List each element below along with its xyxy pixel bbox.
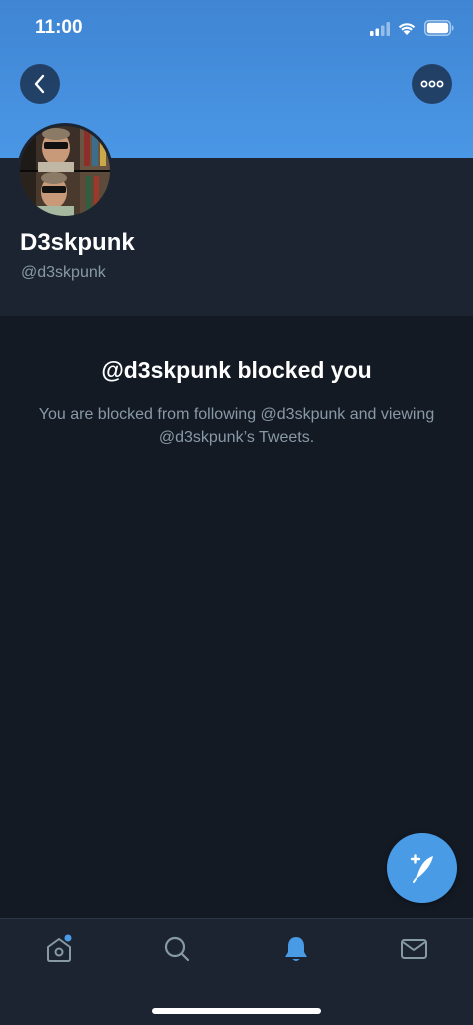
cellular-signal-icon [370,22,390,36]
chevron-left-icon [34,74,45,94]
notification-dot [64,934,72,942]
tab-search[interactable] [161,933,193,965]
tab-home[interactable] [43,933,75,965]
back-button[interactable] [20,64,60,104]
compose-tweet-icon [410,854,433,883]
status-time: 11:00 [35,17,83,38]
avatar-photo [20,126,110,216]
blocked-description: You are blocked from following @d3skpunk… [38,406,435,446]
compose-tweet-button[interactable] [387,833,457,903]
profile-display-name: D3skpunk [20,229,135,256]
more-options-button[interactable] [412,64,452,104]
battery-icon [424,20,454,36]
mail-icon [401,939,427,959]
bell-icon [285,937,307,961]
home-icon [47,934,72,962]
blocked-title: @d3skpunk blocked you [101,357,372,383]
profile-handle: @d3skpunk [21,264,106,281]
tab-messages[interactable] [398,933,430,965]
search-icon [164,936,190,962]
tab-notifications[interactable] [280,933,312,965]
more-horizontal-icon [420,80,444,88]
wifi-icon [398,23,416,35]
profile-avatar[interactable] [17,123,113,219]
home-indicator [152,1008,321,1014]
